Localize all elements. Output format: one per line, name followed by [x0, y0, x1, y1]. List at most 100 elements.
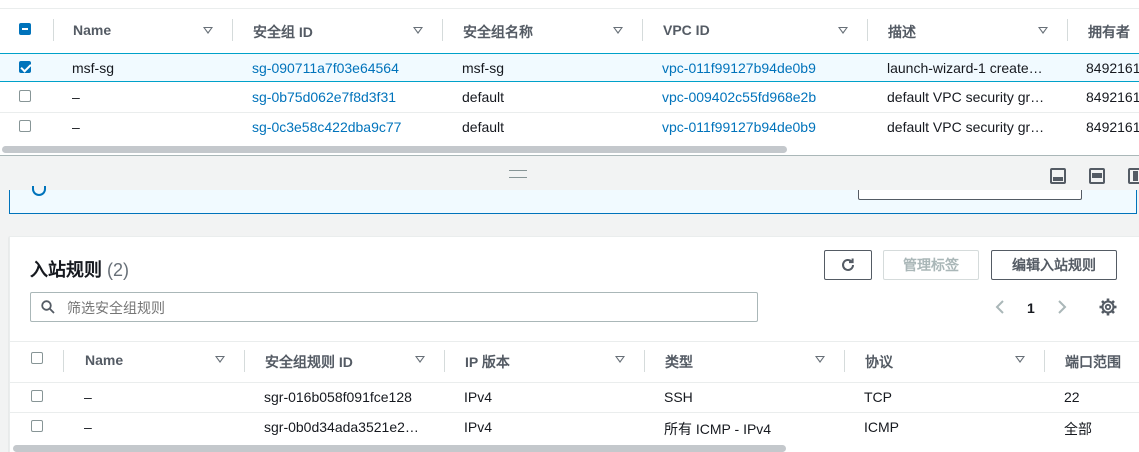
cell-owner: 8492161: [1086, 89, 1139, 105]
info-icon: [32, 186, 46, 196]
cell-sg-id-link[interactable]: sg-0b75d062e7f8d3f31: [252, 89, 396, 105]
sort-icon[interactable]: [1015, 356, 1025, 363]
sort-icon[interactable]: [415, 356, 425, 363]
cell-type: SSH: [664, 389, 693, 405]
row-checkbox[interactable]: [31, 390, 43, 402]
column-divider: [63, 350, 64, 372]
table-row[interactable]: – sg-0c3e58c422dba9c77 default vpc-011f9…: [0, 112, 1139, 142]
preferences-gear-icon[interactable]: [1099, 298, 1117, 319]
cell-name: –: [84, 389, 92, 405]
search-field[interactable]: [30, 292, 758, 322]
column-divider: [867, 19, 868, 41]
sort-icon[interactable]: [613, 27, 623, 34]
cell-description: default VPC security gr…: [887, 119, 1045, 135]
sort-icon[interactable]: [815, 356, 825, 363]
search-input[interactable]: [65, 297, 749, 319]
cell-type: 所有 ICMP - IPv4: [664, 421, 772, 437]
rules-col-header-protocol[interactable]: 协议: [865, 352, 893, 372]
cell-rule-id: sgr-016b058f091fce128: [264, 389, 412, 405]
sort-icon[interactable]: [215, 356, 225, 363]
table-row[interactable]: – sgr-0b0d34ada3521e2… IPv4 所有 ICMP - IP…: [10, 412, 1139, 442]
cell-name: –: [72, 89, 80, 105]
rules-col-header-rule-id[interactable]: 安全组规则 ID: [265, 352, 353, 372]
security-groups-table: Name 安全组 ID 安全组名称 VPC ID 描述 拥有者 msf-sg s…: [0, 0, 1139, 156]
table-header: [0, 8, 1139, 54]
panel-bottom-icon[interactable]: [1050, 168, 1066, 184]
panel-side-icon[interactable]: [1128, 168, 1139, 184]
cell-vpc-id-link[interactable]: vpc-011f99127b94de0b9: [662, 60, 816, 76]
rules-col-header-ip-version[interactable]: IP 版本: [465, 352, 510, 372]
cell-name: –: [72, 119, 80, 135]
cell-sg-name: default: [462, 119, 505, 135]
drag-handle-icon[interactable]: [509, 170, 527, 178]
inbound-rules-container: 入站规则 (2) 管理标签 编辑入站规则 1: [9, 236, 1139, 452]
cell-sg-id-link[interactable]: sg-090711a7f03e64564: [252, 60, 399, 76]
table-row[interactable]: – sg-0b75d062e7f8d3f31 default vpc-00940…: [0, 82, 1139, 112]
section-title: 入站规则: [30, 260, 102, 280]
table-row[interactable]: msf-sg sg-090711a7f03e64564 msf-sg vpc-0…: [0, 53, 1139, 82]
col-header-sg-name[interactable]: 安全组名称: [463, 22, 533, 42]
cell-owner: 8492161: [1086, 119, 1139, 135]
rules-col-header-type[interactable]: 类型: [665, 352, 693, 372]
cell-vpc-id-link[interactable]: vpc-011f99127b94de0b9: [662, 119, 816, 135]
sort-icon[interactable]: [203, 27, 213, 34]
cell-port-range: 全部: [1064, 421, 1092, 437]
rules-col-header-name[interactable]: Name: [85, 352, 123, 368]
cell-description: default VPC security gr…: [887, 89, 1045, 105]
alert-action-button[interactable]: [858, 190, 1082, 200]
rules-col-header-port-range[interactable]: 端口范围: [1065, 352, 1121, 372]
column-divider: [1067, 19, 1068, 41]
cell-description: launch-wizard-1 create…: [887, 60, 1043, 76]
cell-protocol: TCP: [864, 389, 892, 405]
col-header-description[interactable]: 描述: [888, 22, 916, 42]
column-divider: [244, 350, 245, 372]
cell-sg-id-link[interactable]: sg-0c3e58c422dba9c77: [252, 119, 401, 135]
cell-owner: 8492161: [1086, 60, 1139, 76]
col-header-vpc-id[interactable]: VPC ID: [663, 22, 710, 38]
info-alert: [9, 186, 1137, 214]
page-number[interactable]: 1: [1027, 300, 1035, 316]
refresh-button[interactable]: [824, 250, 872, 280]
split-panel-divider[interactable]: [0, 155, 1139, 156]
sort-icon[interactable]: [615, 356, 625, 363]
cell-rule-id: sgr-0b0d34ada3521e2…: [264, 419, 419, 435]
column-divider: [844, 350, 845, 372]
column-divider: [644, 350, 645, 372]
col-header-sg-id[interactable]: 安全组 ID: [253, 22, 313, 42]
select-all-checkbox[interactable]: [19, 23, 31, 35]
rules-table-header: [10, 341, 1139, 383]
table-row[interactable]: – sgr-016b058f091fce128 IPv4 SSH TCP 22: [10, 382, 1139, 412]
cell-sg-name: default: [462, 89, 505, 105]
column-divider: [642, 19, 643, 41]
select-all-rules-checkbox[interactable]: [31, 352, 43, 364]
prev-page-icon[interactable]: [994, 299, 1006, 318]
row-checkbox[interactable]: [19, 120, 31, 132]
cell-port-range: 22: [1064, 389, 1080, 405]
sort-icon[interactable]: [413, 27, 423, 34]
cell-name: msf-sg: [72, 60, 114, 76]
row-checkbox[interactable]: [31, 420, 43, 432]
cell-ip-version: IPv4: [464, 389, 493, 405]
col-header-owner[interactable]: 拥有者: [1088, 22, 1130, 42]
manage-tags-button[interactable]: 管理标签: [883, 250, 979, 280]
column-divider: [1044, 350, 1045, 372]
rule-count: (2): [107, 260, 130, 280]
sort-icon[interactable]: [838, 27, 848, 34]
column-divider: [53, 19, 54, 41]
sort-icon[interactable]: [1038, 27, 1048, 34]
search-icon: [41, 300, 55, 314]
col-header-name[interactable]: Name: [73, 22, 111, 38]
cell-sg-name: msf-sg: [462, 60, 504, 76]
column-divider: [442, 19, 443, 41]
cell-vpc-id-link[interactable]: vpc-009402c55fd968e2b: [662, 89, 816, 105]
next-page-icon[interactable]: [1056, 299, 1068, 318]
panel-split-icon[interactable]: [1089, 168, 1105, 184]
horizontal-scrollbar[interactable]: [2, 146, 787, 153]
row-checkbox[interactable]: [19, 61, 31, 73]
edit-inbound-rules-button[interactable]: 编辑入站规则: [991, 250, 1117, 280]
column-divider: [232, 19, 233, 41]
cell-name: –: [84, 419, 92, 435]
cell-protocol: ICMP: [864, 419, 899, 435]
row-checkbox[interactable]: [19, 90, 31, 102]
refresh-icon: [841, 258, 855, 272]
